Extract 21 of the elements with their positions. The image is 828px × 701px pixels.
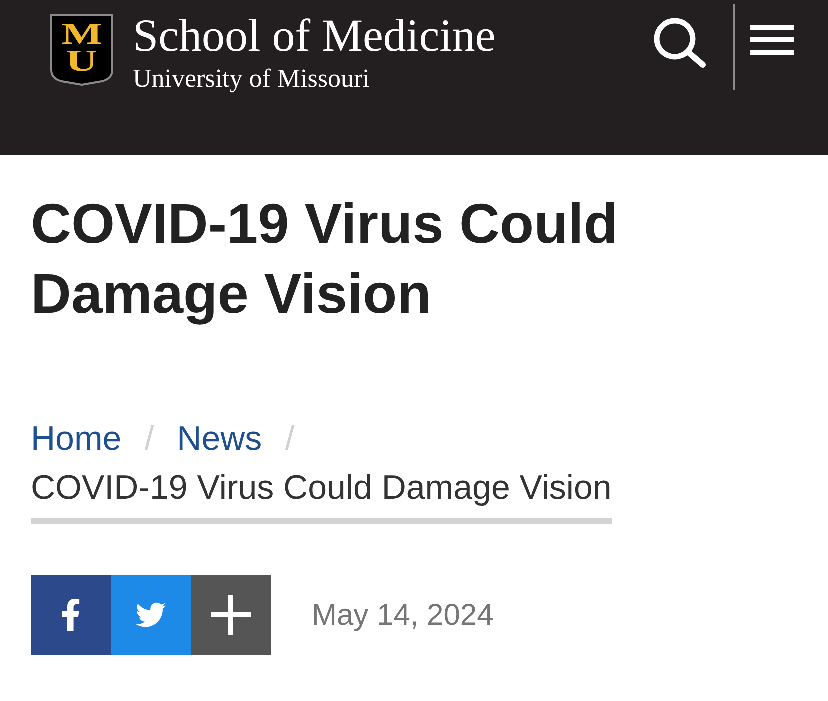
breadcrumb-separator: / — [144, 419, 156, 460]
article-title: COVID-19 Virus Could Damage Vision — [31, 191, 620, 327]
facebook-button[interactable] — [31, 575, 111, 655]
breadcrumb-separator: / — [284, 419, 296, 460]
breadcrumb-link[interactable]: Home — [31, 415, 122, 464]
search-button[interactable] — [653, 18, 707, 68]
publish-date: May 14, 2024 — [312, 598, 494, 634]
breadcrumb-link[interactable]: News — [177, 415, 262, 464]
site-subtitle: University of Missouri — [133, 66, 371, 92]
facebook-icon — [61, 599, 81, 631]
site-title: School of Medicine — [133, 13, 496, 59]
menu-button[interactable] — [750, 25, 794, 55]
more-share-button[interactable] — [191, 575, 271, 655]
menu-icon — [750, 25, 794, 55]
twitter-button[interactable] — [111, 575, 191, 655]
search-icon — [653, 18, 707, 68]
shield-logo[interactable] — [50, 14, 114, 86]
breadcrumb-current: COVID-19 Virus Could Damage Vision — [31, 469, 612, 507]
logo-letter: U — [66, 49, 98, 75]
logo-letter: M — [61, 22, 103, 48]
plus-icon — [211, 595, 251, 635]
